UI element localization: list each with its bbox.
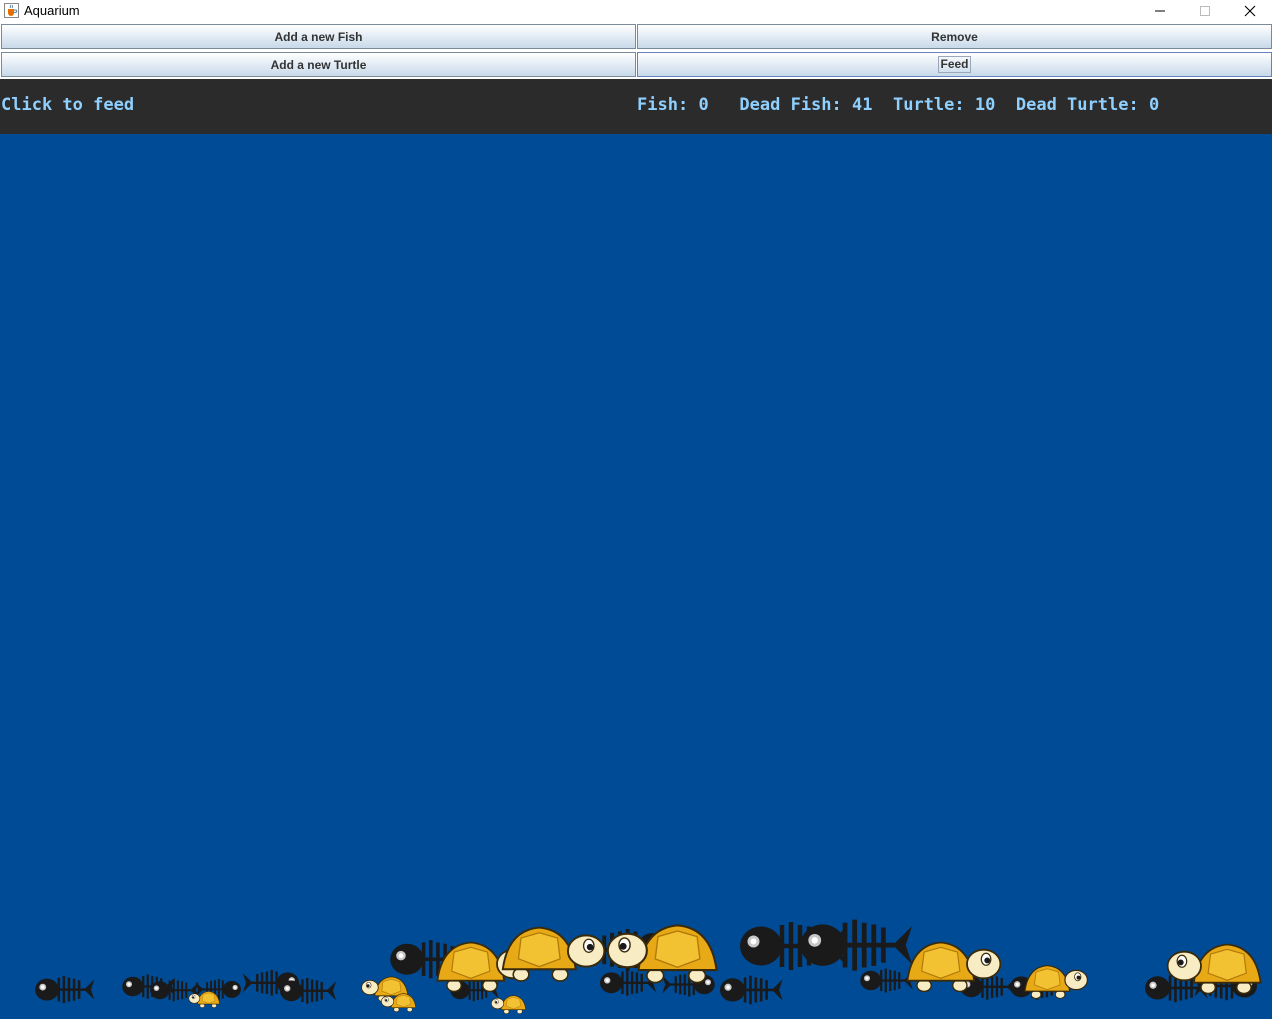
add-fish-button[interactable]: Add a new Fish	[1, 24, 636, 49]
dead-fish-count-value: 41	[852, 95, 873, 115]
minimize-icon	[1155, 10, 1165, 12]
button-row-top: Add a new Fish Remove	[0, 23, 1272, 51]
turtle-icon	[188, 991, 220, 1008]
window-title: Aquarium	[24, 3, 80, 18]
dead-turtle-count-label: Dead Turtle:	[1015, 95, 1139, 115]
button-row-bottom: Add a new Turtle Feed	[0, 51, 1272, 79]
add-turtle-button[interactable]: Add a new Turtle	[1, 52, 636, 77]
turtle-icon	[606, 924, 718, 984]
maximize-icon	[1200, 6, 1210, 16]
turtle-icon	[1024, 964, 1088, 1000]
turtle-icon	[501, 926, 606, 982]
add-fish-button-label: Add a new Fish	[274, 29, 363, 44]
dead-fish-count-label: Dead Fish:	[739, 95, 842, 115]
remove-button-label: Remove	[931, 29, 978, 44]
fish-count-value: 0	[698, 95, 709, 115]
feed-button[interactable]: Feed	[637, 52, 1272, 77]
aquarium-tank[interactable]	[0, 134, 1272, 1019]
remove-button[interactable]: Remove	[637, 24, 1272, 49]
maximize-button[interactable]	[1182, 0, 1228, 22]
close-button[interactable]	[1227, 0, 1272, 22]
fish-skeleton-icon	[35, 974, 96, 1005]
turtle-count-label: Turtle:	[892, 95, 965, 115]
counters: Fish: 0 Dead Fish: 41 Turtle: 10 Dead Tu…	[637, 95, 1159, 115]
status-bar: Click to feed Fish: 0 Dead Fish: 41 Turt…	[0, 79, 1272, 134]
turtle-icon	[381, 993, 417, 1013]
click-to-feed-hint: Click to feed	[1, 95, 135, 115]
add-turtle-button-label: Add a new Turtle	[270, 57, 367, 72]
fish-skeleton-icon	[280, 976, 338, 1005]
feed-button-label: Feed	[938, 56, 971, 73]
turtle-icon	[1166, 943, 1262, 995]
turtle-count-value: 10	[974, 95, 996, 115]
close-icon	[1244, 5, 1256, 17]
java-cup-icon	[4, 3, 19, 18]
fish-count-label: Fish:	[637, 95, 689, 115]
title-bar: Aquarium	[0, 0, 1272, 22]
turtle-icon	[491, 995, 527, 1015]
minimize-button[interactable]	[1137, 0, 1183, 22]
dead-turtle-count-value: 0	[1148, 95, 1160, 115]
turtle-icon	[906, 941, 1002, 993]
